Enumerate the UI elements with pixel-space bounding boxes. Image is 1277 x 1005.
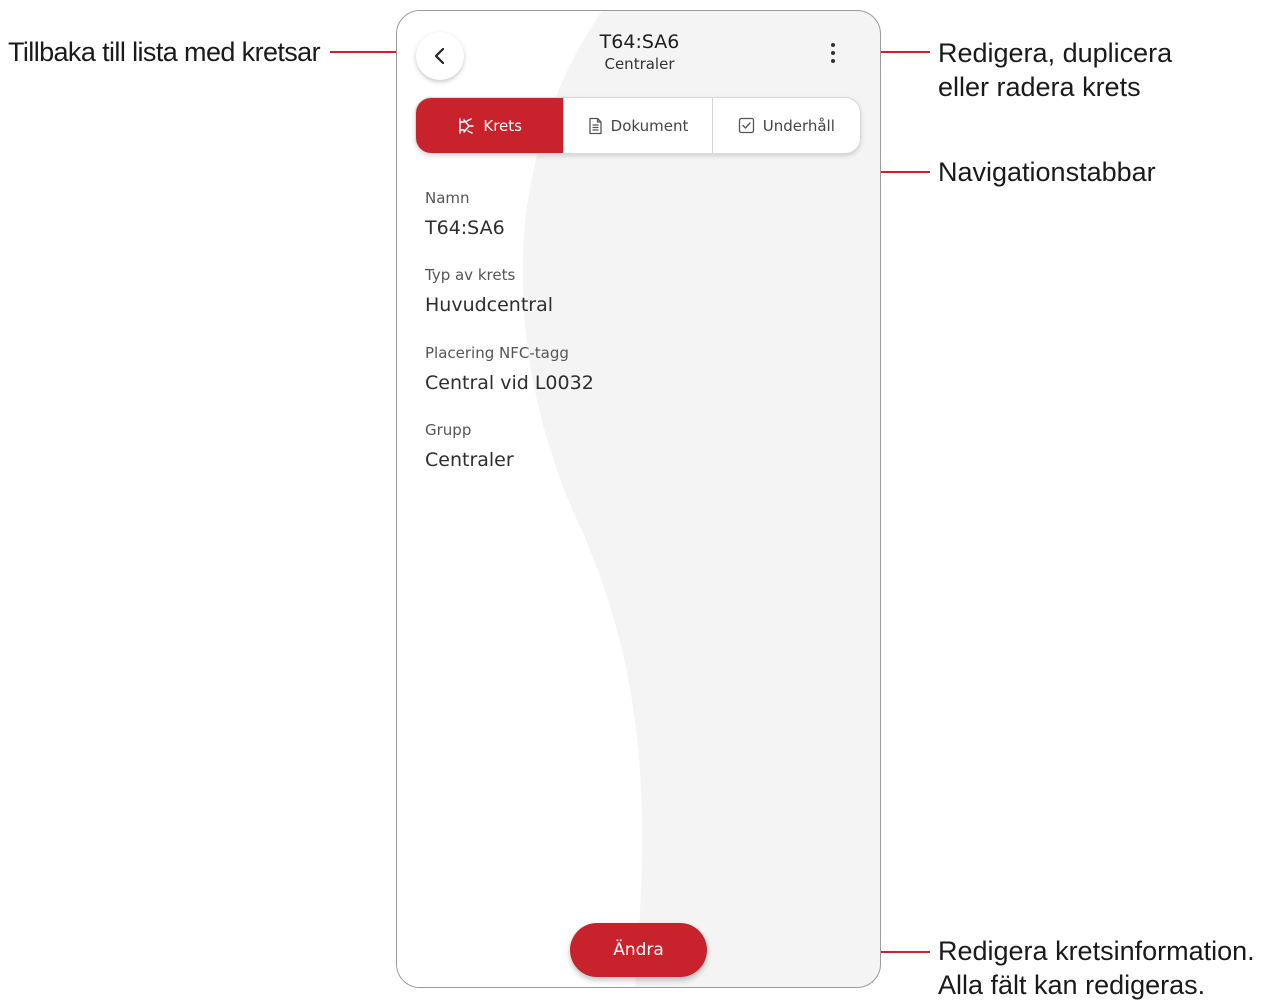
page-title: T64:SA6 bbox=[599, 31, 680, 53]
annotation-edit-line1: Redigera kretsinformation. bbox=[938, 936, 1255, 966]
checkbox-icon bbox=[738, 117, 754, 134]
field-value-typ: Huvudcentral bbox=[425, 294, 554, 316]
tab-dokument[interactable]: Dokument bbox=[564, 98, 713, 153]
annotation-back: Tillbaka till lista med kretsar bbox=[8, 37, 321, 67]
field-label-placering: Placering NFC-tagg bbox=[425, 344, 569, 362]
annotation-menu-line1: Redigera, duplicera bbox=[938, 38, 1173, 68]
field-label-namn: Namn bbox=[425, 189, 470, 207]
annotation-nav: Navigationstabbar bbox=[938, 157, 1156, 187]
tab-krets[interactable]: Krets bbox=[416, 98, 565, 153]
phone-screen: T64:SA6 Centraler Krets Dokument Underhå… bbox=[396, 10, 881, 988]
annotation-edit-line2: Alla fält kan redigeras. bbox=[938, 970, 1206, 1000]
edit-button[interactable]: Ändra bbox=[570, 923, 707, 977]
document-icon bbox=[588, 117, 602, 134]
annotation-menu-line2: eller radera krets bbox=[938, 72, 1141, 102]
circuit-icon bbox=[459, 117, 475, 134]
background-wave bbox=[397, 11, 643, 987]
annotation-menu: Redigera, duplicera eller radera krets bbox=[938, 36, 1172, 104]
more-vertical-icon-dot bbox=[831, 59, 835, 63]
more-menu-button[interactable] bbox=[821, 39, 845, 67]
more-vertical-icon-dot bbox=[831, 51, 835, 55]
field-label-grupp: Grupp bbox=[425, 421, 472, 439]
page-subtitle: Centraler bbox=[604, 55, 675, 73]
field-value-namn: T64:SA6 bbox=[425, 217, 505, 239]
field-label-typ: Typ av krets bbox=[425, 266, 516, 284]
tab-dokument-label: Dokument bbox=[610, 116, 689, 135]
tab-underhall-label: Underhåll bbox=[762, 116, 835, 135]
annotation-edit: Redigera kretsinformation. Alla fält kan… bbox=[938, 934, 1255, 1002]
tab-krets-label: Krets bbox=[483, 116, 522, 135]
field-value-grupp: Centraler bbox=[425, 449, 514, 471]
tab-underhall[interactable]: Underhåll bbox=[713, 98, 860, 153]
tab-bar: Krets Dokument Underhåll bbox=[415, 97, 861, 154]
more-vertical-icon-dot bbox=[831, 43, 835, 47]
field-value-placering: Central vid L0032 bbox=[425, 372, 594, 394]
